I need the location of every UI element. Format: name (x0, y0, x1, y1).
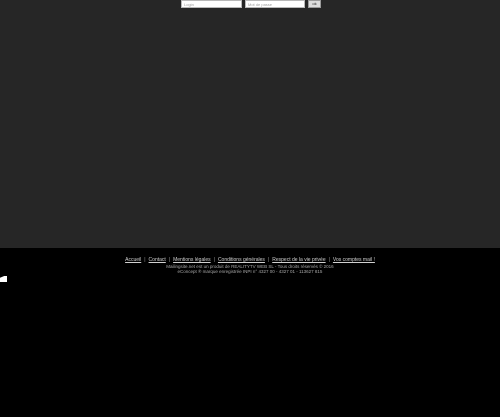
footer-link-comptes-mail[interactable]: Vos comptes mail ! (333, 257, 375, 263)
trademark-text: eConcept ® marque enregistrée INPI n° 43… (177, 269, 323, 274)
footer-link-contact[interactable]: Contact (149, 257, 166, 263)
broken-image-icon (0, 276, 7, 282)
footer-link-accueil[interactable]: Accueil (125, 257, 141, 263)
password-input[interactable] (245, 0, 305, 8)
login-input[interactable] (181, 0, 242, 8)
login-submit-button[interactable]: ok (308, 0, 321, 8)
footer-link-vie-privee[interactable]: Respect de la vie privée (272, 257, 325, 263)
login-form: ok (181, 0, 321, 8)
footer-link-conditions-generales[interactable]: Conditions générales (218, 257, 265, 263)
footer-links: Accueil | Contact | Mentions légales | Conditi… (0, 257, 500, 263)
link-separator: | (213, 257, 215, 263)
link-separator: | (144, 257, 146, 263)
footer-link-mentions-legales[interactable]: Mentions légales (173, 257, 211, 263)
link-separator: | (267, 257, 270, 263)
link-separator: | (328, 257, 330, 263)
link-separator: | (168, 257, 171, 263)
main-content-area: ok (0, 0, 500, 248)
footer: Accueil | Contact | Mentions légales | Conditi… (0, 248, 500, 417)
